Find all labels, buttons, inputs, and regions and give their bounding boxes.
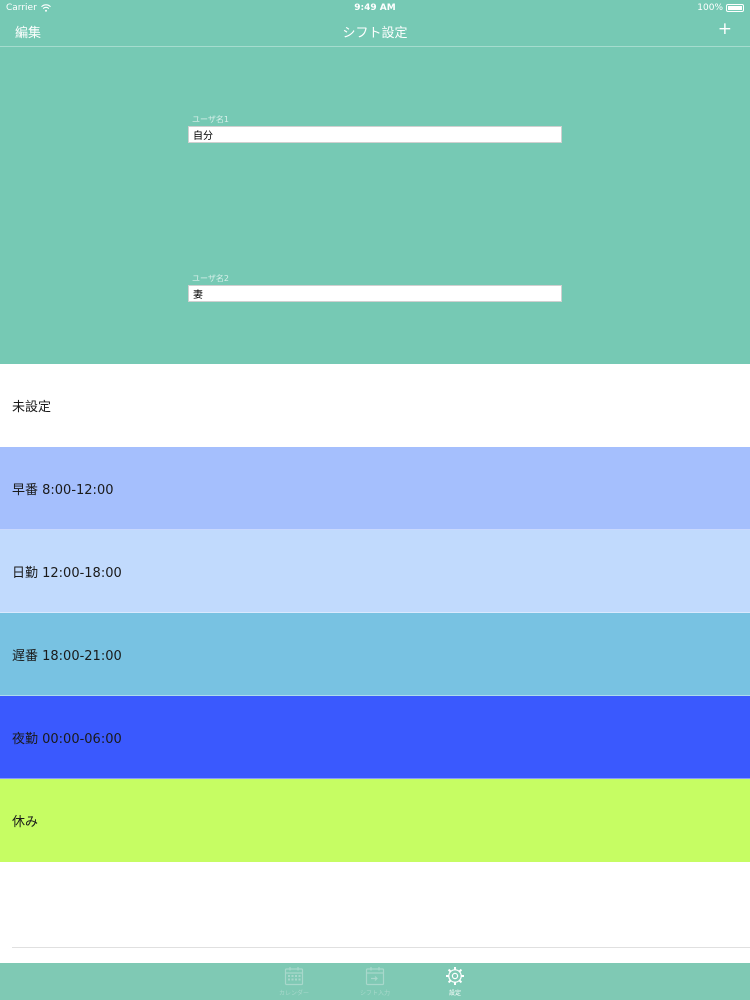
- navigation-bar: 編集 シフト設定 +: [0, 16, 750, 47]
- shift-row-off[interactable]: 休み: [0, 779, 750, 862]
- user-name-1-field: ユーザ名1: [188, 115, 562, 143]
- calendar-edit-icon: [365, 967, 385, 986]
- user-name-2-label: ユーザ名2: [192, 274, 229, 283]
- user-name-2-input[interactable]: [188, 285, 562, 302]
- shift-row-day[interactable]: 日勤 12:00-18:00: [0, 530, 750, 613]
- tab-shift-input[interactable]: シフト入力: [345, 966, 405, 997]
- shift-row-late[interactable]: 遅番 18:00-21:00: [0, 613, 750, 696]
- gear-icon: [446, 967, 464, 985]
- tab-calendar[interactable]: カレンダー: [264, 966, 324, 997]
- battery-percent: 100%: [697, 3, 723, 13]
- page-title: シフト設定: [342, 26, 408, 41]
- shift-row-early[interactable]: 早番 8:00-12:00: [0, 447, 750, 530]
- header-panel: Carrier 9:49 AM 100% 編集 シフト設定 + ユーザ名1 ユー…: [0, 0, 750, 364]
- add-shift-button[interactable]: +: [718, 19, 732, 39]
- shift-list: 未設定 早番 8:00-12:00 日勤 12:00-18:00 遅番 18:0…: [0, 364, 750, 862]
- tab-shift-input-label: シフト入力: [359, 990, 390, 997]
- calendar-icon: [284, 967, 304, 986]
- status-battery: 100%: [697, 3, 744, 13]
- tab-settings-label: 設定: [448, 990, 461, 997]
- user-name-1-input[interactable]: [188, 126, 562, 143]
- tab-calendar-label: カレンダー: [278, 990, 309, 997]
- tab-bar: カレンダー シフト入力 設定: [0, 963, 750, 1000]
- list-divider: [12, 947, 750, 948]
- shift-row-night[interactable]: 夜勤 00:00-06:00: [0, 696, 750, 779]
- battery-icon: [726, 4, 744, 12]
- user-name-1-label: ユーザ名1: [192, 115, 229, 124]
- tab-settings[interactable]: 設定: [425, 966, 485, 997]
- user-name-2-field: ユーザ名2: [188, 274, 562, 302]
- status-bar: Carrier 9:49 AM 100%: [0, 0, 750, 16]
- status-time: 9:49 AM: [354, 3, 396, 13]
- shift-row-unset[interactable]: 未設定: [0, 364, 750, 447]
